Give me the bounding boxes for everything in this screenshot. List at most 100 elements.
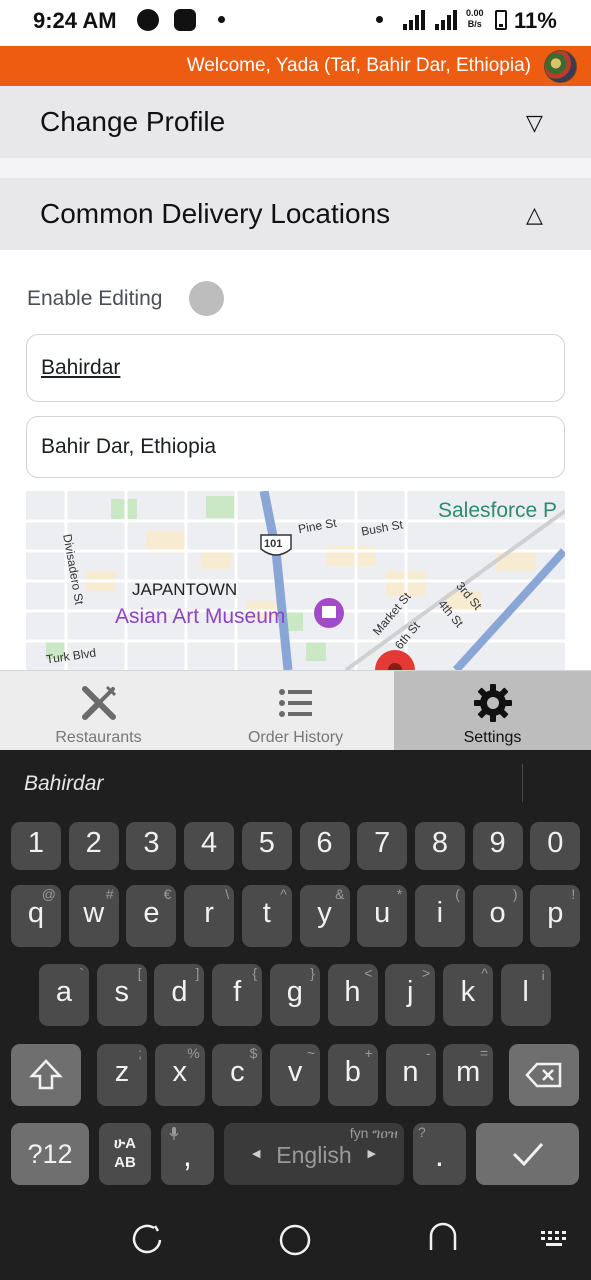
key-o[interactable]: ) o (472, 885, 523, 947)
key-2[interactable]: 2 (68, 822, 119, 870)
key-d-label: d (171, 976, 188, 1008)
change-profile-header[interactable]: Change Profile ▽ (0, 86, 591, 158)
key-f[interactable]: {f (212, 964, 263, 1026)
key-3[interactable]: 3 (126, 822, 177, 870)
suggestion-divider (522, 764, 523, 802)
key-6-label: 6 (316, 827, 333, 859)
key-4[interactable]: 4 (184, 822, 235, 870)
key-6[interactable]: 6 (299, 822, 350, 870)
section-divider (0, 158, 591, 178)
key-n-label: n (402, 1056, 419, 1088)
location-address-value: Bahir Dar, Ethiopia (41, 435, 217, 458)
enable-editing-toggle[interactable] (189, 281, 224, 316)
key-b[interactable]: + b (327, 1044, 378, 1106)
welcome-text: Welcome, Yada (Taf, Bahir Dar, Ethiopia) (186, 55, 531, 76)
key-1[interactable]: 1 (11, 822, 61, 870)
back-icon[interactable] (425, 1220, 461, 1256)
key-k[interactable]: ^ k (442, 964, 493, 1026)
signal-strength-2-icon (435, 10, 461, 30)
key-8[interactable]: 8 (414, 822, 465, 870)
tab-restaurants[interactable]: Restaurants (0, 671, 197, 751)
key-a-label: a (55, 976, 73, 1008)
delivery-locations-content: Enable Editing Bahirdar Bahir Dar, Ethio… (0, 250, 591, 670)
key-7[interactable]: 7 (357, 822, 408, 870)
period-key[interactable]: ? . (413, 1123, 466, 1185)
backspace-key[interactable] (509, 1044, 579, 1106)
bottom-tab-bar: Restaurants Order History Settings (0, 670, 591, 751)
expand-triangle-icon[interactable]: ▽ (526, 110, 543, 136)
key-w[interactable]: # w (68, 885, 119, 947)
shift-key[interactable] (11, 1044, 81, 1106)
delivery-locations-title: Common Delivery Locations (40, 198, 391, 229)
key-a[interactable]: ` a (39, 964, 89, 1026)
map-label-japantown: JAPANTOWN (132, 580, 238, 599)
tab-order-history[interactable]: Order History (197, 671, 394, 751)
key-x[interactable]: % x (154, 1044, 205, 1106)
key-v[interactable]: ~ v (270, 1044, 321, 1106)
key-c[interactable]: $ c (212, 1044, 263, 1106)
location-name-input[interactable]: Bahirdar (26, 334, 565, 402)
key-9[interactable]: 9 (472, 822, 523, 870)
suggestion-word[interactable]: Bahirdar (24, 772, 103, 796)
key-c-label: c (230, 1056, 245, 1088)
key-h[interactable]: < h (327, 964, 378, 1026)
key-u[interactable]: * u (357, 885, 408, 947)
key-l-label: l (522, 976, 529, 1008)
checkmark-icon (512, 1142, 544, 1167)
change-profile-title: Change Profile (40, 106, 226, 137)
location-address-input[interactable]: Bahir Dar, Ethiopia (26, 416, 565, 478)
key-m[interactable]: = m (443, 1044, 494, 1106)
key-g-label: g (286, 976, 303, 1008)
key-p[interactable]: ! p (530, 885, 581, 947)
tab-settings-label: Settings (463, 729, 522, 746)
key-g[interactable]: } g (269, 964, 320, 1026)
key-s[interactable]: [s (96, 964, 147, 1026)
key-q[interactable]: @ q (11, 885, 61, 947)
location-name-value: Bahirdar (41, 356, 121, 379)
collapse-triangle-icon[interactable]: △ (526, 202, 543, 228)
tab-order-history-label: Order History (247, 729, 344, 746)
key-h-label: h (344, 976, 361, 1008)
key-o-label: o (489, 897, 506, 929)
key-u-label: u (374, 897, 391, 929)
key-5[interactable]: 5 (241, 822, 292, 870)
key-q-label: q (27, 897, 45, 929)
keyboard-switch-icon[interactable] (540, 1230, 570, 1250)
fork-knife-icon (79, 683, 119, 728)
key-e[interactable]: € e (126, 885, 177, 947)
key-l[interactable]: ¡ l (500, 964, 551, 1026)
avatar[interactable] (544, 50, 577, 83)
shopping-bag-icon (174, 9, 196, 31)
enter-key[interactable] (476, 1123, 579, 1185)
key-p-label: p (547, 897, 564, 929)
soft-keyboard: Bahirdar 1 2 3 4 5 6 7 8 9 0 @ q # w € e \ r ^ t & y * u(i) o! p… (0, 750, 591, 1200)
enable-editing-label: Enable Editing (27, 287, 163, 310)
home-icon[interactable] (277, 1222, 313, 1258)
key-y[interactable]: & y (299, 885, 350, 947)
key-r-label: r (204, 897, 214, 929)
key-i[interactable]: (i (414, 885, 465, 947)
recent-apps-icon[interactable] (130, 1222, 166, 1258)
key-t[interactable]: ^ t (241, 885, 292, 947)
language-switch-key[interactable]: ሁA AB (99, 1123, 151, 1185)
space-key[interactable]: fyn ግዐዝ English ◀ ▶ (224, 1123, 404, 1185)
delivery-locations-header[interactable]: Common Delivery Locations △ (0, 178, 591, 250)
status-dot-icon (376, 16, 383, 23)
symbols-key[interactable]: ?12 (11, 1123, 89, 1185)
key-0[interactable]: 0 (530, 822, 581, 870)
app-notification-icon (137, 9, 159, 31)
space-right-arrow-icon: ▶ (367, 1148, 376, 1160)
battery-icon (495, 10, 507, 30)
key-d[interactable]: ] d (154, 964, 205, 1026)
key-j[interactable]: > j (385, 964, 436, 1026)
tab-settings[interactable]: Settings (394, 671, 591, 751)
key-s-label: s (114, 976, 129, 1008)
key-t-label: t (262, 897, 271, 929)
app-header-banner: Welcome, Yada (Taf, Bahir Dar, Ethiopia) (0, 46, 591, 86)
key-r[interactable]: \ r (184, 885, 235, 947)
key-z[interactable]: ; z (97, 1044, 147, 1106)
key-4-label: 4 (201, 827, 218, 859)
comma-key[interactable]: , (161, 1123, 214, 1185)
key-n[interactable]: -n (385, 1044, 436, 1106)
location-map[interactable]: Salesforce P JAPANTOWN Asian Art Museum … (26, 491, 565, 670)
